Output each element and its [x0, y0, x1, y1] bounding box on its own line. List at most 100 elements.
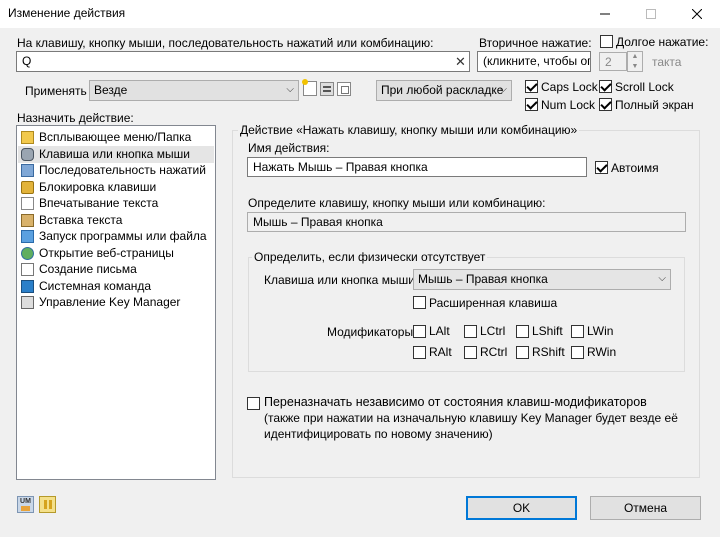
extended-key-checkbox[interactable] — [413, 296, 426, 309]
list-item-label: Последовательность нажатий — [39, 163, 206, 178]
modifiers-label: Модификаторы — [327, 325, 414, 339]
long-press-label: Долгое нажатие: — [616, 35, 709, 49]
long-press-stepper[interactable]: ▲ ▼ — [627, 51, 643, 72]
full-screen-checkbox[interactable] — [599, 98, 612, 111]
list-item-create-mail[interactable]: Создание письма — [18, 261, 214, 278]
clear-key-icon[interactable]: ✕ — [455, 54, 466, 70]
mouse-icon — [21, 147, 34, 161]
close-button[interactable] — [674, 0, 720, 28]
window-title: Изменение действия — [8, 6, 126, 20]
list-item-popup-menu[interactable]: Всплывающее меню/Папка — [18, 129, 214, 146]
paste-icon — [21, 213, 34, 227]
list-item-label: Открытие веб-страницы — [39, 246, 174, 261]
num-lock-label: Num Lock — [541, 98, 596, 112]
long-press-count-input[interactable]: 2 — [599, 52, 627, 71]
list-item-key-or-mouse[interactable]: Клавиша или кнопка мыши — [18, 146, 214, 163]
chevron-down-icon: ⌵ — [658, 273, 666, 284]
stepper-up-icon[interactable]: ▲ — [628, 52, 642, 62]
num-lock-checkbox[interactable] — [525, 98, 538, 111]
long-press-checkbox[interactable] — [600, 35, 613, 48]
mail-icon — [21, 262, 34, 276]
modifier-ralt-label: RAlt — [429, 345, 452, 359]
action-name-label: Имя действия: — [248, 141, 330, 155]
maximize-button[interactable] — [628, 0, 674, 28]
list-item-label: Впечатывание текста — [39, 196, 159, 211]
modifier-rwin-label: RWin — [587, 345, 617, 359]
modifier-lctrl-label: LCtrl — [480, 324, 506, 338]
reassign-label: Переназначать независимо от состояния кл… — [264, 395, 647, 409]
list-item-sequence[interactable]: Последовательность нажатий — [18, 162, 214, 179]
modifier-rctrl-checkbox[interactable] — [464, 346, 477, 359]
stepper-down-icon[interactable]: ▼ — [628, 62, 642, 72]
ok-button[interactable]: OK — [466, 496, 577, 520]
pause-icon[interactable] — [39, 496, 56, 513]
key-prompt-label: На клавишу, кнопку мыши, последовательно… — [17, 36, 434, 50]
modifier-rwin-checkbox[interactable] — [571, 346, 584, 359]
monitor-icon — [21, 279, 34, 293]
copy-profile-icon[interactable] — [337, 82, 351, 96]
modifier-lshift-checkbox[interactable] — [516, 325, 529, 338]
cancel-button[interactable]: Отмена — [590, 496, 701, 520]
minimize-icon — [600, 13, 610, 15]
modifier-lwin-label: LWin — [587, 324, 614, 338]
secondary-press-label: Вторичное нажатие: — [479, 36, 592, 50]
apply-scope-select[interactable]: Везде ⌵ — [89, 80, 299, 101]
define-key-input[interactable]: Мышь – Правая кнопка — [247, 212, 686, 232]
modifier-rctrl-label: RCtrl — [480, 345, 508, 359]
modifier-lalt-checkbox[interactable] — [413, 325, 426, 338]
reassign-note-line1: (также при нажатии на изначальную клавиш… — [264, 411, 678, 425]
list-item-system-command[interactable]: Системная команда — [18, 278, 214, 295]
new-profile-icon[interactable] — [302, 79, 317, 96]
reassign-note-line2: идентифицировать по новому значению) — [264, 427, 493, 441]
key-or-mouse-value: Мышь – Правая кнопка — [418, 272, 548, 286]
list-item-label: Запуск программы или файла — [39, 229, 207, 244]
modifier-lctrl-checkbox[interactable] — [464, 325, 477, 338]
sequence-icon — [21, 163, 34, 177]
key-or-mouse-select[interactable]: Мышь – Правая кнопка ⌵ — [413, 269, 671, 290]
physically-absent-title: Определить, если физически отсутствует — [252, 250, 488, 264]
list-item-run-program[interactable]: Запуск программы или файла — [18, 228, 214, 245]
list-item-paste-text[interactable]: Вставка текста — [18, 212, 214, 229]
list-item-label: Вставка текста — [39, 213, 123, 228]
list-item-key-manager[interactable]: Управление Key Manager — [18, 294, 214, 311]
takts-label: такта — [652, 55, 682, 69]
modifier-rshift-label: RShift — [532, 345, 565, 359]
autoname-checkbox[interactable] — [595, 161, 608, 174]
modifier-ralt-checkbox[interactable] — [413, 346, 426, 359]
define-key-label: Определите клавишу, кнопку мыши или комб… — [248, 196, 546, 210]
list-item-label: Блокировка клавиши — [39, 180, 157, 195]
reassign-checkbox[interactable] — [247, 397, 260, 410]
scroll-lock-checkbox[interactable] — [599, 80, 612, 93]
layout-select[interactable]: При любой раскладке ⌵ — [376, 80, 512, 101]
run-icon — [21, 229, 34, 243]
folder-icon — [21, 130, 34, 144]
list-item-open-web[interactable]: Открытие веб-страницы — [18, 245, 214, 262]
key-manager-logo-icon[interactable]: UM — [17, 496, 34, 513]
list-item-type-text[interactable]: Впечатывание текста — [18, 195, 214, 212]
list-item-key-lock[interactable]: Блокировка клавиши — [18, 179, 214, 196]
layout-value: При любой раскладке — [381, 83, 504, 97]
modifier-lshift-label: LShift — [532, 324, 563, 338]
autoname-label: Автоимя — [611, 161, 659, 175]
caps-lock-checkbox[interactable] — [525, 80, 538, 93]
minimize-button[interactable] — [582, 0, 628, 28]
list-item-label: Управление Key Manager — [39, 295, 181, 310]
modifier-lwin-checkbox[interactable] — [571, 325, 584, 338]
list-item-label: Всплывающее меню/Папка — [39, 130, 192, 145]
keymanager-icon — [21, 295, 34, 309]
list-item-label: Создание письма — [39, 262, 137, 277]
key-input[interactable]: Q — [16, 51, 470, 72]
action-name-input[interactable]: Нажать Мышь – Правая кнопка — [247, 157, 587, 177]
secondary-press-input[interactable]: (кликните, чтобы оп| — [477, 51, 591, 72]
list-item-label: Системная команда — [39, 279, 152, 294]
chevron-down-icon: ⌵ — [499, 84, 507, 95]
apply-scope-value: Везде — [94, 83, 128, 97]
modifier-rshift-checkbox[interactable] — [516, 346, 529, 359]
action-detail-title: Действие «Нажать клавишу, кнопку мыши ил… — [238, 123, 580, 137]
edit-profile-icon[interactable] — [320, 82, 334, 96]
extended-key-label: Расширенная клавиша — [429, 296, 558, 310]
action-list[interactable]: Всплывающее меню/Папка Клавиша или кнопк… — [16, 125, 216, 480]
close-icon — [692, 9, 702, 19]
type-text-icon — [21, 196, 34, 210]
assign-action-label: Назначить действие: — [17, 111, 134, 125]
